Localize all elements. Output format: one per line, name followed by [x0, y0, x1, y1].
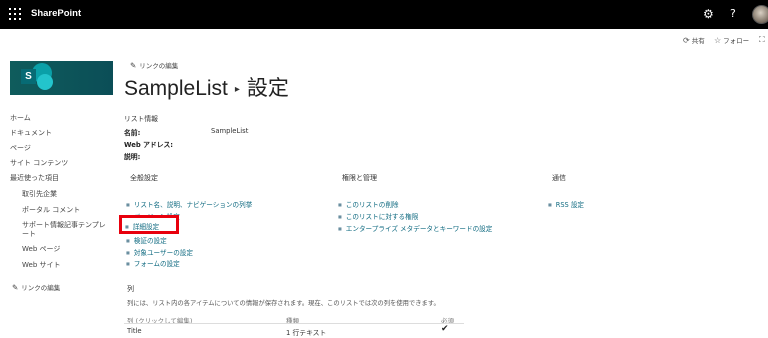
list-permissions-link[interactable]: このリストに対する権限 [338, 211, 419, 221]
site-logo[interactable]: S [10, 61, 113, 95]
column-title-link[interactable]: Title [127, 327, 142, 335]
permissions-heading: 権限と管理 [342, 174, 377, 182]
list-name-link[interactable]: SampleList [124, 77, 228, 100]
share-icon: ⟳ [683, 36, 690, 45]
app-name[interactable]: SharePoint [31, 8, 81, 19]
required-check-icon: ✔ [441, 324, 449, 334]
help-icon[interactable]: ? [730, 7, 736, 20]
list-name-settings-link[interactable]: リスト名、説明、ナビゲーションの列挙 [126, 199, 253, 209]
follow-label: フォロー [723, 38, 750, 45]
nav-item-site-contents[interactable]: サイト コンテンツ [10, 158, 68, 168]
highlight-box: 詳細設定 [119, 215, 179, 234]
web-address-label: Web アドレス: [124, 141, 174, 149]
nav-item-home[interactable]: ホーム [10, 113, 31, 123]
form-settings-link[interactable]: フォームの設定 [126, 258, 180, 268]
star-icon: ☆ [714, 36, 722, 45]
nav-item-portal-comments[interactable]: ポータル コメント [22, 205, 80, 215]
list-info-heading: リスト情報 [124, 115, 158, 123]
advanced-settings-link[interactable]: 詳細設定 [125, 221, 159, 231]
waffle-icon[interactable] [9, 8, 21, 20]
avatar[interactable] [752, 5, 768, 24]
nav-item-recent[interactable]: 最近使った項目 [10, 173, 59, 183]
communications-heading: 通信 [552, 174, 566, 182]
description-label: 説明: [124, 153, 141, 161]
columns-heading: 列 [127, 285, 134, 293]
nav-item-web-site[interactable]: Web サイト [22, 260, 61, 270]
nav-edit-links[interactable]: ✎ リンクの編集 [12, 282, 60, 292]
metadata-keywords-link[interactable]: エンタープライズ メタデータとキーワードの設定 [338, 223, 493, 233]
suite-bar: SharePoint ⚙ ? [0, 0, 768, 29]
table-divider [124, 323, 464, 324]
name-value: SampleList [211, 127, 249, 135]
share-button[interactable]: ⟳ 共有 [683, 35, 705, 45]
nav-item-web-page[interactable]: Web ページ [22, 244, 60, 254]
settings-title: 設定 [246, 77, 289, 100]
nav-edit-label: リンクの編集 [21, 284, 61, 292]
rss-settings-link[interactable]: RSS 設定 [548, 199, 584, 209]
pencil-icon: ✎ [130, 61, 137, 70]
nav-item-partners[interactable]: 取引先企業 [22, 189, 57, 199]
share-label: 共有 [691, 38, 705, 45]
audience-settings-link[interactable]: 対象ユーザーの設定 [126, 247, 193, 257]
action-bar: ⟳ 共有 ☆ フォロー ⛶ [0, 29, 768, 49]
nav-item-pages[interactable]: ページ [10, 143, 31, 153]
column-title-type: 1 行テキスト [286, 329, 327, 337]
gear-icon[interactable]: ⚙ [703, 7, 714, 21]
name-label: 名前: [124, 129, 141, 137]
follow-button[interactable]: ☆ フォロー [714, 35, 749, 45]
sharepoint-logo-icon: S [21, 69, 36, 84]
nav-item-kb-template-cont[interactable]: ート [22, 229, 36, 239]
validation-settings-link[interactable]: 検証の設定 [126, 235, 167, 245]
header-edit-links[interactable]: ✎ リンクの編集 [130, 60, 178, 70]
pencil-icon: ✎ [12, 283, 19, 292]
general-settings-heading: 全般設定 [130, 174, 158, 182]
nav-item-documents[interactable]: ドキュメント [10, 128, 52, 138]
header-edit-label: リンクの編集 [139, 62, 179, 70]
page-title: SampleList ▸ 設定 [124, 72, 289, 102]
focus-icon[interactable]: ⛶ [759, 35, 767, 45]
delete-list-link[interactable]: このリストの削除 [338, 199, 399, 209]
breadcrumb-arrow-icon: ▸ [234, 83, 240, 95]
columns-description: 列には、リスト内の各アイテムについての情報が保存されます。現在、このリストでは次… [127, 300, 440, 307]
